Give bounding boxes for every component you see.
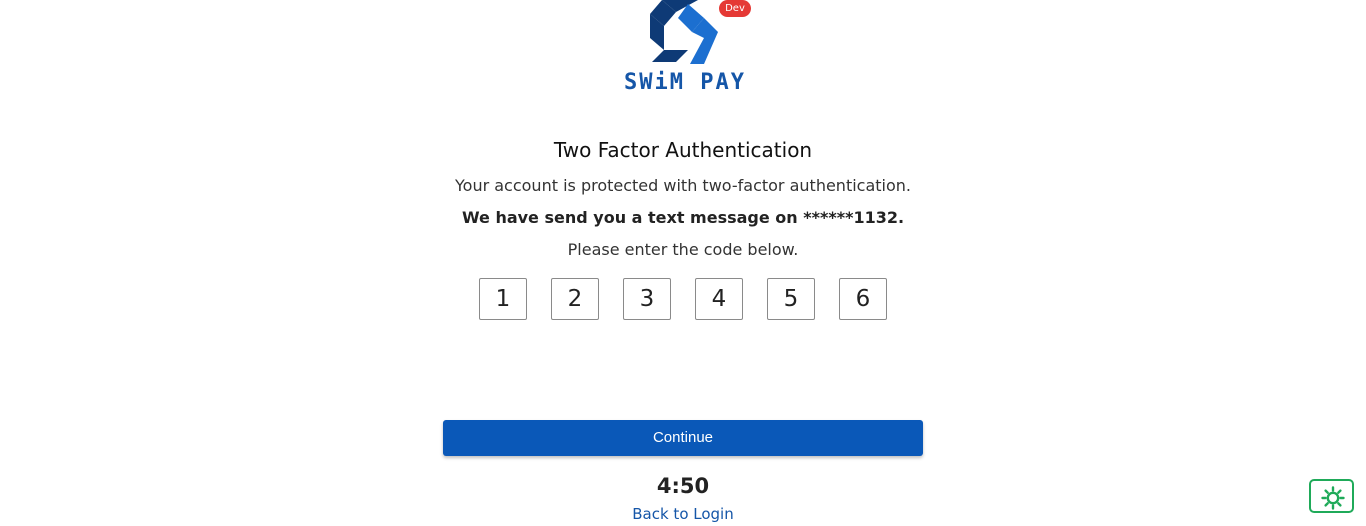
code-digit-3[interactable]: 3 bbox=[623, 278, 671, 320]
swimpay-logo-icon bbox=[650, 0, 718, 64]
back-to-login-link[interactable]: Back to Login bbox=[632, 505, 733, 523]
gear-icon bbox=[1321, 486, 1345, 510]
two-factor-page: Dev SWiM PAY Two Factor Authentication Y… bbox=[0, 0, 1366, 526]
description-protected: Your account is protected with two-facto… bbox=[455, 176, 911, 195]
dev-badge: Dev bbox=[719, 0, 751, 17]
code-digit-5[interactable]: 5 bbox=[767, 278, 815, 320]
settings-button[interactable] bbox=[1309, 479, 1354, 513]
back-to-login-link-row: Back to Login bbox=[0, 505, 1366, 523]
description-sent-message: We have send you a text message on *****… bbox=[461, 208, 905, 227]
continue-button[interactable]: Continue bbox=[443, 420, 923, 456]
logo: Dev SWiM PAY bbox=[610, 0, 760, 102]
brand-wordmark: SWiM PAY bbox=[624, 70, 746, 95]
code-digit-6[interactable]: 6 bbox=[839, 278, 887, 320]
countdown-timer: 4:50 bbox=[656, 474, 710, 498]
code-digit-2[interactable]: 2 bbox=[551, 278, 599, 320]
page-title: Two Factor Authentication bbox=[553, 138, 813, 162]
description-enter-code: Please enter the code below. bbox=[567, 240, 799, 259]
code-digit-1[interactable]: 1 bbox=[479, 278, 527, 320]
code-digit-4[interactable]: 4 bbox=[695, 278, 743, 320]
